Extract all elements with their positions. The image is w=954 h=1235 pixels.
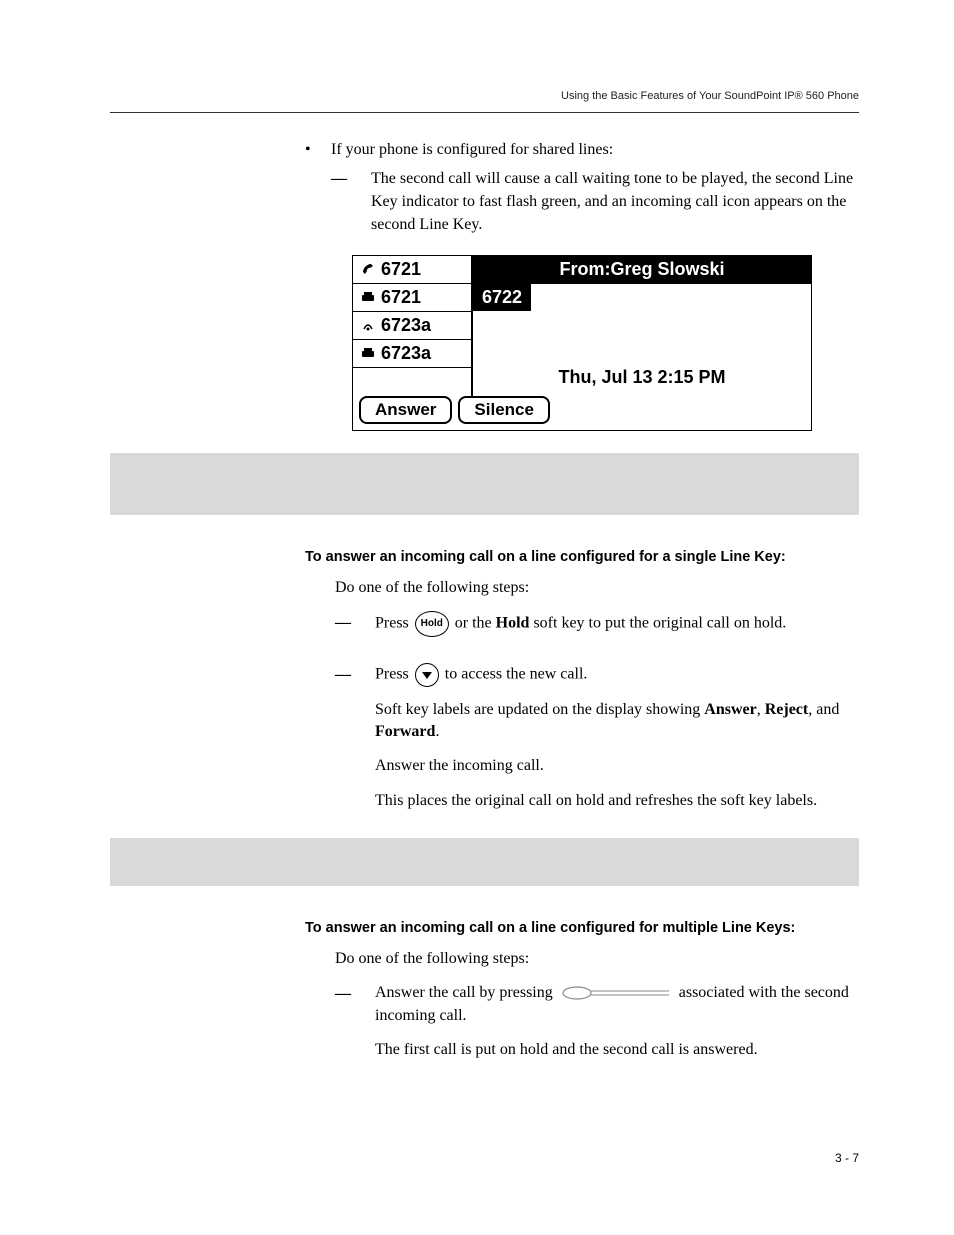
phone-icon	[361, 290, 375, 304]
task2-intro: Do one of the following steps:	[335, 950, 859, 968]
phone-screen-figure: 6721 6721 6723a	[305, 255, 859, 431]
softkey-silence: Silence	[458, 396, 550, 424]
bullet: •	[305, 141, 331, 159]
lcd-line-list: 6721 6721 6723a	[353, 256, 473, 396]
note-placeholder-2	[110, 838, 859, 886]
lcd-from-number: 6722	[473, 284, 531, 311]
bullet-text: If your phone is configured for shared l…	[331, 141, 613, 159]
lcd-line-4: 6723a	[353, 340, 471, 368]
line-key-icon	[561, 985, 671, 1001]
task1-intro: Do one of the following steps:	[335, 579, 859, 597]
note-placeholder	[110, 453, 859, 515]
lcd-datetime: Thu, Jul 13 2:15 PM	[473, 361, 811, 396]
lcd-line-3: 6723a	[353, 312, 471, 340]
handset-icon	[361, 262, 375, 276]
dash: —	[331, 167, 371, 237]
dash: —	[335, 611, 375, 649]
task1-step2: Press to access the new call. Soft key l…	[375, 663, 859, 825]
lcd-from-label: From:Greg Slowski	[473, 256, 811, 284]
task2-step1: Answer the call by pressing associated w…	[375, 982, 859, 1073]
task2-heading: To answer an incoming call on a line con…	[305, 920, 859, 936]
task1-step1: Press Hold or the Hold soft key to put t…	[375, 611, 859, 649]
page-number: 3 - 7	[835, 1151, 859, 1165]
lcd-line-1: 6721	[353, 256, 471, 284]
dash: —	[335, 982, 375, 1073]
running-header: Using the Basic Features of Your SoundPo…	[110, 90, 859, 102]
ringing-icon	[361, 318, 375, 332]
down-arrow-icon	[415, 663, 439, 687]
task1-heading: To answer an incoming call on a line con…	[305, 549, 859, 565]
dash-text: The second call will cause a call waitin…	[371, 167, 859, 237]
header-rule	[110, 112, 859, 113]
dash: —	[335, 663, 375, 825]
phone-icon	[361, 346, 375, 360]
lcd-line-2: 6721	[353, 284, 471, 312]
softkey-answer: Answer	[359, 396, 452, 424]
hold-button-icon: Hold	[415, 611, 449, 637]
